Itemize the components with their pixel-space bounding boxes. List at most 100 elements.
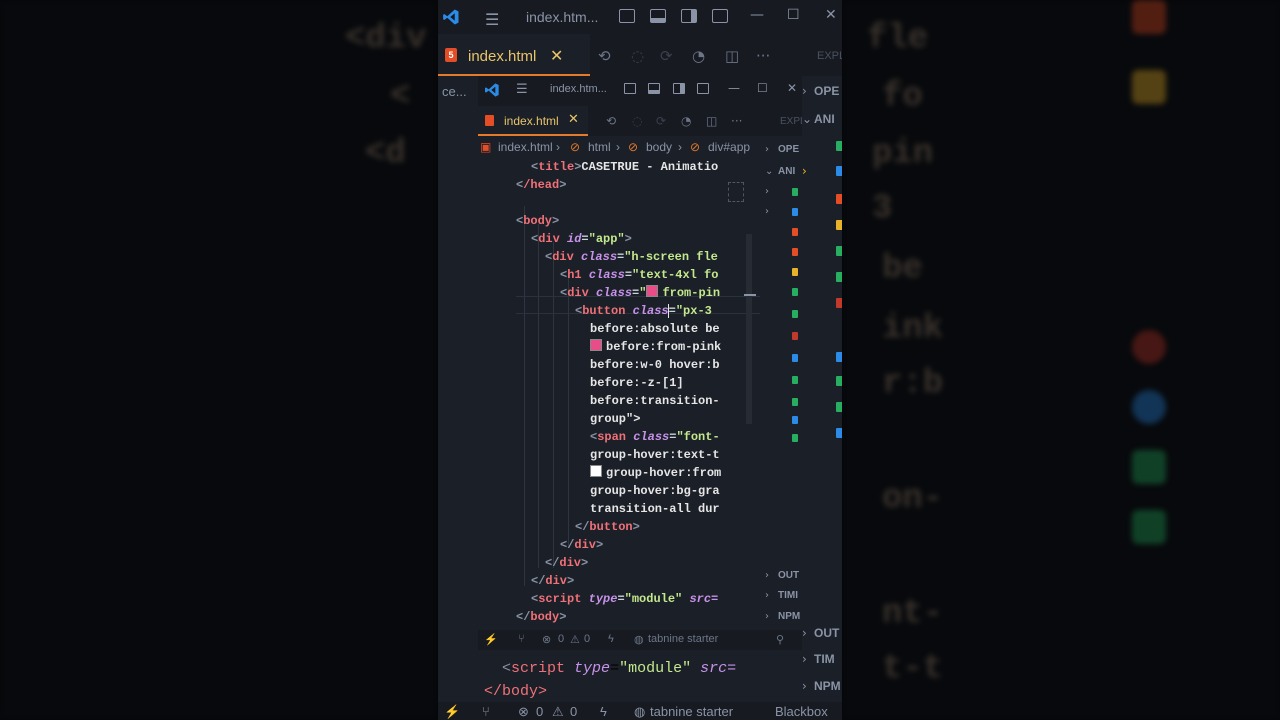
split-editor-icon[interactable]: ◫ [725, 47, 739, 65]
error-icon[interactable]: ⊗ [542, 633, 551, 646]
error-count[interactable]: 0 [536, 704, 543, 719]
chevron-right-icon[interactable]: › [765, 186, 769, 197]
error-icon[interactable]: ⊗ [518, 704, 529, 720]
minimize-icon[interactable]: — [750, 7, 764, 23]
color-swatch[interactable] [590, 339, 602, 351]
customize-layout-icon[interactable] [712, 9, 728, 23]
go-forward-icon[interactable]: ⟳ [660, 47, 673, 65]
npm-scripts-label[interactable]: NPM [814, 679, 841, 693]
outline-label[interactable]: OUT [814, 626, 839, 640]
chevron-right-icon[interactable]: › [765, 144, 769, 155]
more-actions-icon[interactable]: ··· [756, 47, 770, 65]
outline-label[interactable]: OUT [778, 570, 799, 581]
color-swatch[interactable] [590, 465, 602, 477]
bolt-icon[interactable]: ϟ [608, 633, 614, 645]
project-folder-label[interactable]: ANI [814, 112, 835, 126]
open-editors-label[interactable]: OPE [778, 144, 799, 155]
branch-icon[interactable]: ⑂ [482, 704, 490, 719]
chevron-right-icon[interactable]: › [802, 164, 807, 178]
breadcrumb-file[interactable]: index.html [498, 140, 553, 154]
code-editor[interactable]: <title>CASETRUE - Animatio </head> <body… [478, 158, 760, 632]
toggle-panel-icon[interactable] [650, 9, 666, 23]
menu-icon[interactable]: ☰ [485, 10, 499, 29]
remote-icon[interactable]: ⚡ [444, 704, 460, 720]
page-title-text: CASETRUE - Animatio [581, 160, 719, 174]
go-back-icon[interactable]: ⟲ [598, 47, 611, 65]
chevron-down-icon[interactable]: ⌄ [802, 112, 812, 126]
circle-icon[interactable]: ◌ [631, 47, 644, 65]
inner-tab-index-html[interactable]: index.html ✕ [478, 106, 588, 136]
notifications-icon[interactable]: ⚲ [776, 633, 784, 646]
warning-icon[interactable]: ⚠ [570, 633, 580, 646]
code-line: group-hover:from [590, 464, 721, 482]
menu-icon[interactable]: ☰ [516, 82, 528, 97]
breadcrumb-body[interactable]: body [646, 140, 672, 154]
toggle-sidebar-icon[interactable] [619, 9, 635, 23]
toggle-panel-icon[interactable] [648, 83, 660, 94]
open-editors-label[interactable]: OPE [814, 84, 839, 98]
chevron-right-icon[interactable]: › [802, 84, 807, 98]
chevron-right-icon[interactable]: › [765, 206, 769, 217]
remote-icon[interactable]: ⚡ [484, 633, 498, 646]
breadcrumb-html[interactable]: html [588, 140, 611, 154]
toggle-sidebar-icon[interactable] [624, 83, 636, 94]
circle-icon[interactable]: ◌ [632, 114, 642, 128]
chevron-right-icon[interactable]: › [765, 570, 769, 581]
timeline-label[interactable]: TIM [814, 652, 835, 666]
explorer-label: EXPL [780, 116, 802, 127]
warning-icon[interactable]: ⚠ [552, 704, 564, 720]
code-line: <script type="module" src= [531, 592, 719, 606]
warning-count[interactable]: 0 [584, 633, 590, 645]
timeline-icon[interactable]: ◔ [681, 114, 691, 128]
toggle-secondary-sidebar-icon[interactable] [673, 83, 685, 94]
npm-scripts-label[interactable]: NPM [778, 611, 800, 622]
js-file-icon [792, 268, 798, 276]
chevron-right-icon[interactable]: › [802, 626, 807, 640]
chevron-right-icon[interactable]: › [802, 679, 807, 693]
chevron-right-icon[interactable]: › [765, 611, 769, 622]
js-file-icon [836, 220, 842, 230]
chevron-down-icon[interactable]: ⌄ [765, 166, 773, 177]
customize-layout-icon[interactable] [697, 83, 709, 94]
go-back-icon[interactable]: ⟲ [606, 114, 616, 128]
warning-count[interactable]: 0 [570, 704, 577, 719]
branch-icon[interactable]: ⑂ [518, 633, 525, 645]
timeline-icon[interactable]: ◔ [692, 47, 705, 65]
tabnine-status[interactable]: tabnine starter [650, 704, 733, 719]
tabnine-icon[interactable]: ◍ [634, 633, 644, 646]
blurred-background-right: fle fo pin 3 be ink r:b on- nt- t-t [842, 0, 1280, 720]
more-actions-icon[interactable]: ··· [731, 114, 742, 128]
minimize-icon[interactable]: — [728, 81, 740, 95]
split-editor-icon[interactable]: ◫ [706, 114, 717, 128]
error-count[interactable]: 0 [558, 633, 564, 645]
type-attr: type [574, 660, 611, 677]
attr-name: src= [689, 592, 719, 606]
close-window-icon[interactable]: ✕ [787, 81, 797, 95]
html-file-icon: ▣ [480, 140, 492, 154]
script-tag-text: script [511, 660, 566, 677]
code-line: </button> [575, 520, 640, 534]
toggle-secondary-sidebar-icon[interactable] [681, 9, 697, 23]
chevron-right-icon[interactable]: › [765, 590, 769, 601]
maximize-icon[interactable]: ☐ [787, 7, 800, 23]
outer-tab-index-html[interactable]: 5 index.html ✕ [438, 34, 590, 76]
timeline-label[interactable]: TIMI [778, 590, 798, 601]
tab-label: index.html [504, 114, 559, 128]
close-tab-icon[interactable]: ✕ [568, 112, 579, 127]
color-swatch[interactable] [646, 285, 659, 297]
maximize-icon[interactable]: ☐ [757, 81, 768, 95]
go-forward-icon[interactable]: ⟳ [656, 114, 666, 128]
chevron-right-icon[interactable]: › [802, 652, 807, 666]
file-icon [836, 298, 842, 308]
closing-body-tag: </body> [484, 683, 548, 700]
vertical-scrollbar[interactable] [746, 234, 752, 424]
tabnine-icon[interactable]: ◍ [634, 704, 645, 720]
close-window-icon[interactable]: ✕ [825, 7, 837, 23]
close-tab-icon[interactable]: ✕ [550, 46, 563, 65]
breadcrumb-div-app[interactable]: div#app [708, 140, 750, 154]
project-folder-label[interactable]: ANI [778, 166, 795, 177]
tabnine-status[interactable]: tabnine starter [648, 633, 718, 645]
code-line: <h1 class="text-4xl fo [560, 268, 719, 282]
bolt-icon[interactable]: ϟ [600, 704, 607, 719]
blackbox-status[interactable]: Blackbox [775, 704, 828, 719]
